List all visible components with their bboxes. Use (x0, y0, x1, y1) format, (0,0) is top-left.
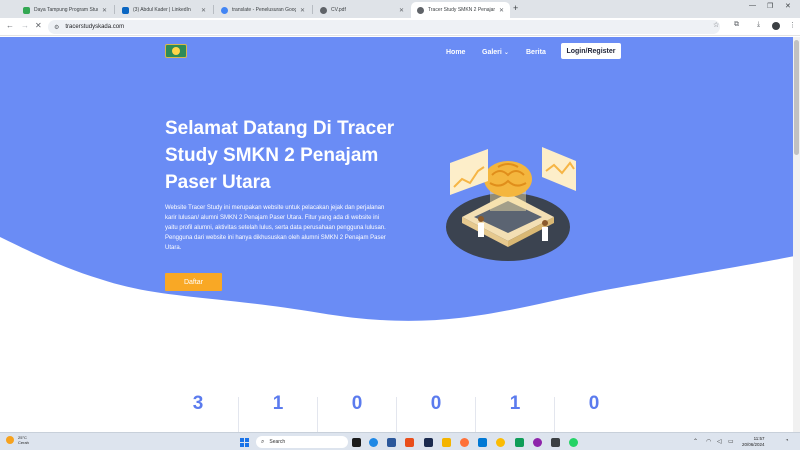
app-icon[interactable] (515, 438, 524, 447)
tab-title: CV.pdf (331, 7, 346, 13)
taskbar-search[interactable]: ⌕ Search (256, 436, 348, 448)
browser-tab-1[interactable]: Daya Tampung Program Studi ✕ (17, 2, 113, 18)
stat-number: 3 (192, 393, 204, 414)
globe-icon (320, 6, 327, 14)
globe-icon (417, 6, 424, 14)
page-title: Selamat Datang Di Tracer Study SMKN 2 Pe… (165, 118, 395, 193)
weather-widget[interactable]: 25°C Cerah (6, 435, 29, 445)
weather-condition: Cerah (18, 440, 29, 445)
linkedin-icon (122, 6, 129, 14)
stat-number: 0 (430, 393, 442, 414)
whatsapp-icon[interactable] (569, 438, 578, 447)
clock-time: 11:57 (753, 436, 765, 441)
nav-home[interactable]: Home (446, 49, 465, 56)
edge-icon[interactable] (369, 438, 378, 447)
browser-tab-2[interactable]: (3) Abdul Kader | LinkedIn ✕ (116, 2, 212, 18)
nav-galeri-label: Galeri (482, 49, 502, 56)
browser-tab-3[interactable]: translate - Penelusuran Google ✕ (215, 2, 311, 18)
taskbar: 25°C Cerah ⌕ Search ⌃ ◠ ◁ ▭ 11:57 20/06/… (0, 432, 800, 450)
l-app-icon[interactable] (424, 438, 433, 447)
close-icon[interactable]: ✕ (499, 7, 504, 14)
stat-item: 1 (239, 393, 317, 415)
hero-illustration (446, 147, 576, 261)
hero-description: Website Tracer Study ini merupakan websi… (165, 205, 386, 251)
site-info-icon[interactable]: ⚙ (54, 24, 59, 31)
login-register-button[interactable]: Login/Register (561, 43, 621, 59)
download-icon[interactable]: ⤓ (757, 21, 760, 29)
browser-tab-strip: Daya Tampung Program Studi ✕ (3) Abdul K… (0, 0, 800, 18)
google-icon (221, 6, 228, 14)
close-icon[interactable]: ✕ (201, 7, 206, 14)
tab-title: Tracer Study SMKN 2 Penajam (428, 7, 495, 13)
tab-divider (114, 5, 115, 14)
stat-item: 0 (397, 393, 475, 415)
avatar[interactable] (772, 22, 780, 30)
stat-item: 1 (476, 393, 554, 415)
close-icon[interactable]: ✕ (300, 7, 305, 14)
calculator-icon[interactable] (551, 438, 560, 447)
wifi-icon[interactable]: ◠ (706, 438, 711, 445)
stat-number: 0 (351, 393, 363, 414)
nav-galeri[interactable]: Galeri ⌄ (482, 49, 509, 56)
scrollbar-thumb[interactable] (794, 40, 799, 155)
daftar-button[interactable]: Daftar (165, 273, 222, 291)
tab-favicon (23, 6, 30, 14)
plus-icon[interactable]: + (513, 3, 518, 13)
menu-kebab-icon[interactable]: ⋮ (789, 21, 796, 29)
browser-tab-4[interactable]: CV.pdf ✕ (314, 2, 410, 18)
address-bar[interactable]: ⚙ tracerstudyskada.com (48, 20, 720, 34)
search-icon: ⌕ (261, 438, 265, 445)
mail-icon[interactable] (387, 438, 396, 447)
app-icon[interactable] (533, 438, 542, 447)
stat-item: 0 (318, 393, 396, 415)
task-view-icon[interactable] (352, 438, 361, 447)
close-window-icon[interactable]: ✕ (785, 2, 791, 10)
tab-title: Daya Tampung Program Studi (34, 7, 98, 13)
stat-number: 0 (588, 393, 600, 414)
tab-title: (3) Abdul Kader | LinkedIn (133, 7, 191, 13)
browser-tab-5-active[interactable]: Tracer Study SMKN 2 Penajam ✕ (411, 2, 510, 18)
hero-background-wave (0, 37, 800, 321)
back-arrow-icon[interactable]: ← (6, 21, 14, 30)
vscode-icon[interactable] (478, 438, 487, 447)
url-text: tracerstudyskada.com (65, 24, 125, 30)
tab-divider (312, 5, 313, 14)
notification-icon[interactable]: ◔ (785, 438, 789, 444)
clock-date: 20/06/2024 (742, 442, 765, 447)
web-page: Home Galeri ⌄ Berita Login/Register Sela… (0, 37, 800, 432)
taskbar-clock[interactable]: 11:57 20/06/2024 (742, 436, 765, 448)
nav-berita[interactable]: Berita (526, 49, 546, 56)
stop-loading-icon[interactable]: ✕ (35, 21, 42, 30)
school-logo[interactable] (165, 44, 187, 58)
file-explorer-icon[interactable] (442, 438, 451, 447)
search-label: Search (269, 439, 286, 445)
browser-toolbar: ← → ✕ ⚙ tracerstudyskada.com ☆ ⧉ ⤓ ⋮ (0, 18, 800, 36)
windows-start-icon[interactable] (240, 438, 249, 447)
chevron-up-icon[interactable]: ⌃ (693, 438, 698, 445)
tab-divider (213, 5, 214, 14)
minimize-icon[interactable]: — (749, 2, 756, 9)
battery-icon[interactable]: ▭ (728, 438, 734, 445)
office-icon[interactable] (405, 438, 414, 447)
volume-icon[interactable]: ◁ (717, 438, 722, 445)
tab-title: translate - Penelusuran Google (232, 7, 296, 13)
stat-number: 1 (272, 393, 284, 414)
forward-arrow-icon[interactable]: → (21, 21, 29, 30)
maximize-icon[interactable]: ❐ (767, 2, 773, 10)
stat-number: 1 (509, 393, 521, 414)
close-icon[interactable]: ✕ (399, 7, 404, 14)
stat-item: 0 (555, 393, 633, 415)
chevron-down-icon: ⌄ (503, 50, 509, 56)
stat-item: 3 (159, 393, 237, 432)
firefox-icon[interactable] (460, 438, 469, 447)
extensions-icon[interactable]: ⧉ (734, 21, 739, 29)
bookmark-star-icon[interactable]: ☆ (713, 21, 719, 29)
close-icon[interactable]: ✕ (102, 7, 107, 14)
chrome-icon[interactable] (496, 438, 505, 447)
sun-icon (6, 436, 14, 444)
